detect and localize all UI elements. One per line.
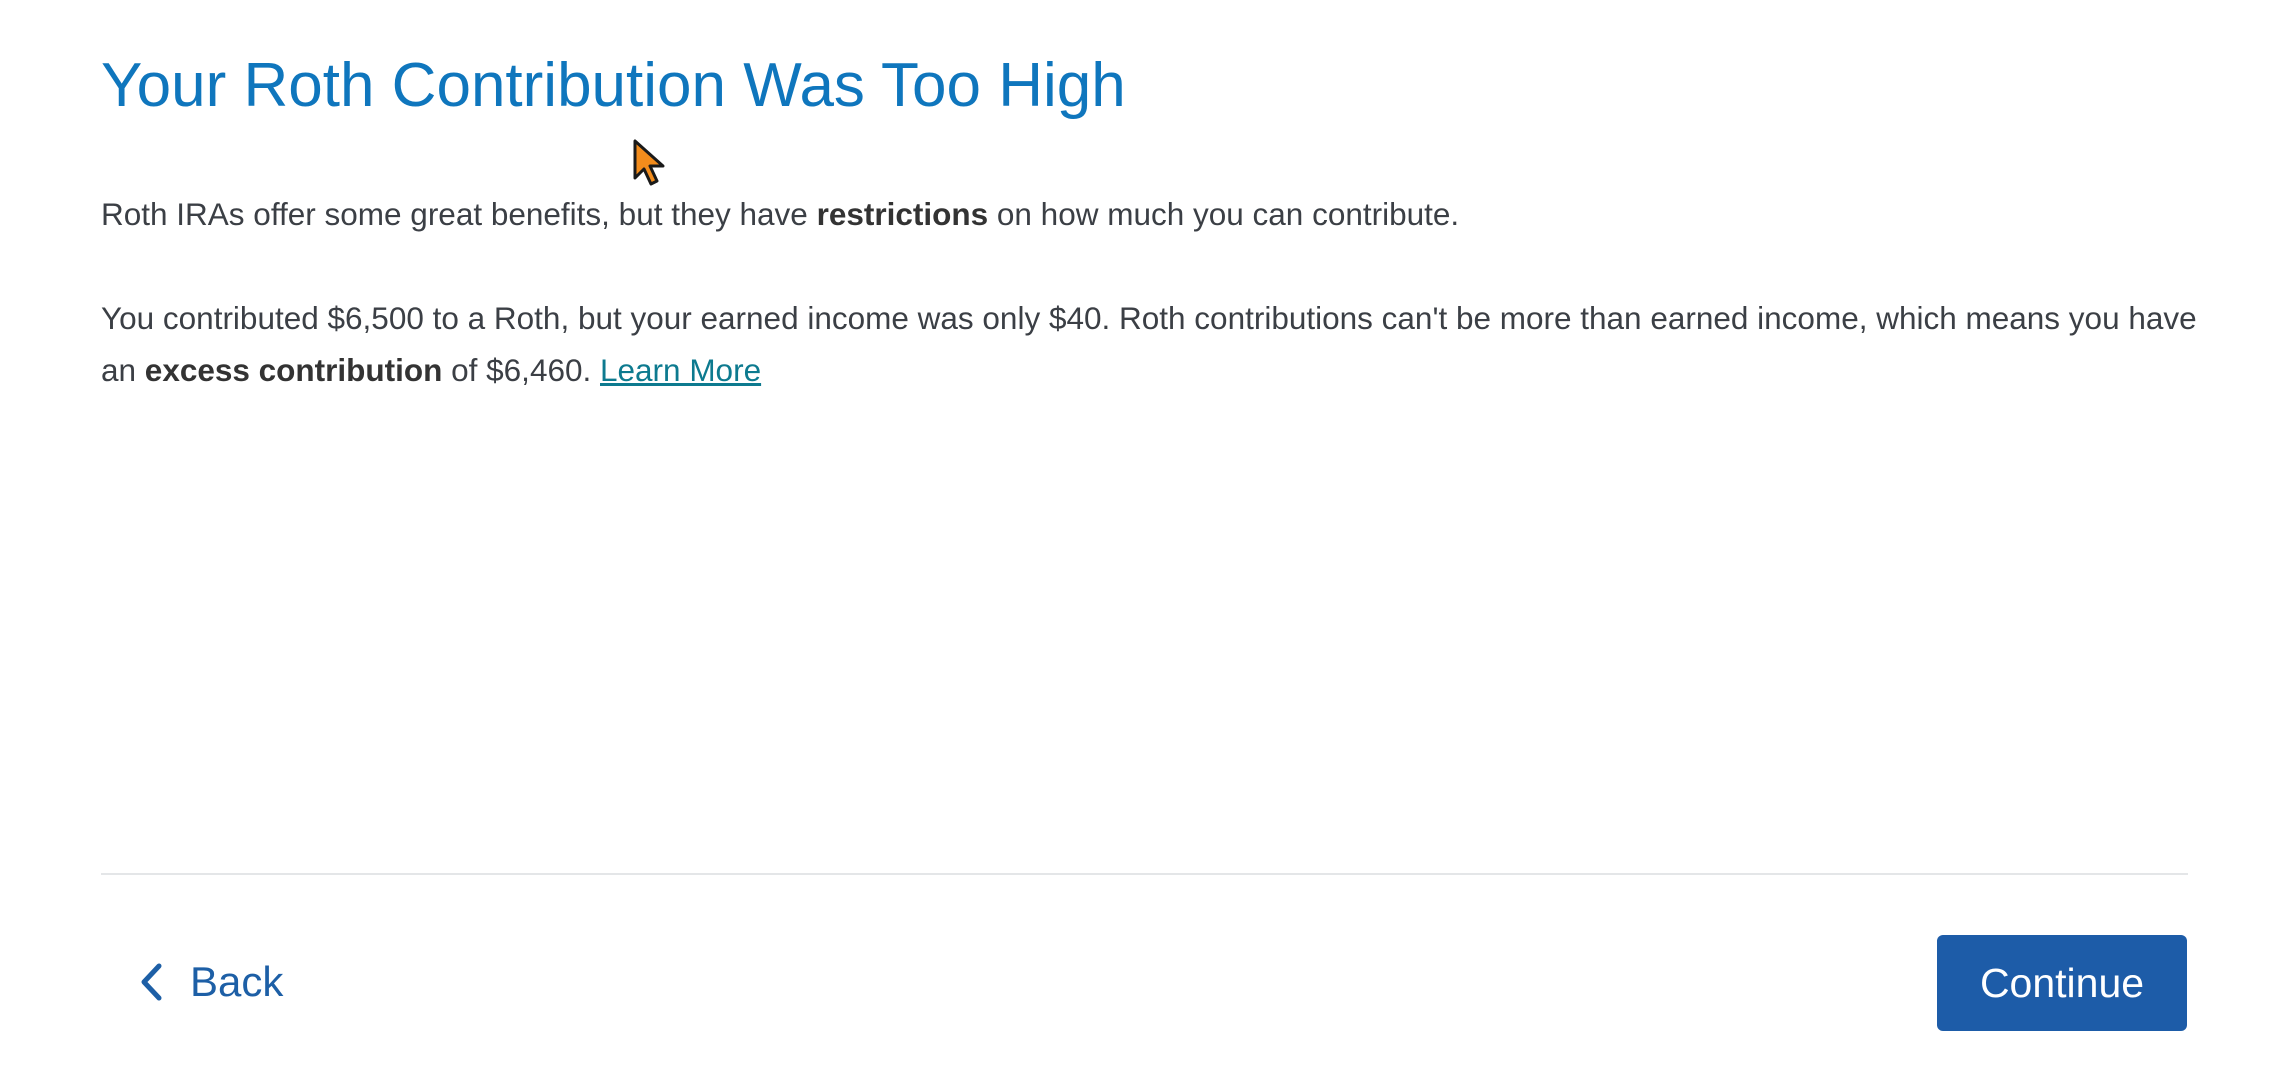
page-title: Your Roth Contribution Was Too High xyxy=(101,51,1126,120)
paragraph-text: Roth IRAs offer some great benefits, but… xyxy=(101,196,817,232)
back-label: Back xyxy=(190,958,284,1005)
footer-divider xyxy=(101,873,2188,875)
chevron-left-icon xyxy=(140,963,162,1001)
learn-more-link[interactable]: Learn More xyxy=(600,352,761,388)
restrictions-emphasis: restrictions xyxy=(816,196,989,232)
restrictions-paragraph: Roth IRAs offer some great benefits, but… xyxy=(101,188,1459,240)
excess-contribution-emphasis: excess contribution xyxy=(144,352,443,388)
continue-button[interactable]: Continue xyxy=(1937,935,2187,1031)
mouse-pointer-icon xyxy=(632,138,668,188)
paragraph-text: on how much you can contribute. xyxy=(988,196,1460,232)
page: Your Roth Contribution Was Too High Roth… xyxy=(0,0,2288,1072)
excess-contribution-paragraph: You contributed $6,500 to a Roth, but yo… xyxy=(101,292,2201,396)
paragraph-text: of $6,460. xyxy=(442,352,600,388)
back-button[interactable]: Back xyxy=(140,940,283,1024)
